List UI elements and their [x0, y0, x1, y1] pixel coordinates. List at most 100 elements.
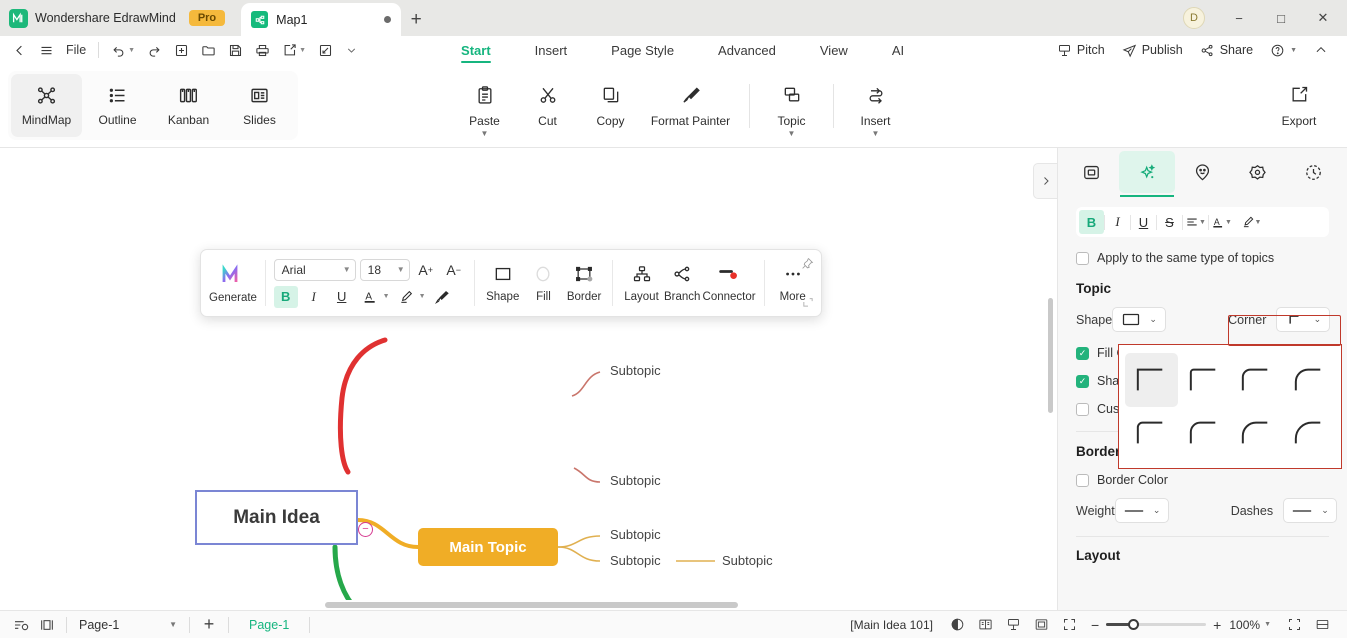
format-painter-button[interactable]: Format Painter [642, 72, 739, 140]
save-icon[interactable] [222, 39, 249, 61]
undo-icon[interactable]: ▼ [105, 39, 141, 61]
panel-align-button[interactable]: ▼ [1183, 210, 1208, 234]
export-button[interactable]: Export [1267, 72, 1331, 140]
minimize-button[interactable]: − [1219, 2, 1259, 34]
corner-option[interactable] [1283, 407, 1336, 461]
highlight-button[interactable] [394, 286, 418, 308]
insert-button[interactable]: Insert ▼ [844, 72, 907, 140]
file-menu[interactable]: File [60, 39, 92, 61]
italic-button[interactable]: I [302, 286, 326, 308]
hamburger-icon[interactable] [33, 39, 60, 61]
panel-highlight-button[interactable]: ▼ [1234, 210, 1268, 234]
collapse-ribbon-button[interactable] [1307, 38, 1335, 62]
export-share-icon[interactable]: ▼ [276, 39, 312, 61]
view-mode-kanban[interactable]: Kanban [153, 74, 224, 137]
zoom-slider-handle[interactable] [1128, 618, 1140, 630]
add-page-button[interactable]: + [196, 614, 222, 636]
topic-button[interactable]: Topic ▼ [760, 72, 823, 140]
zoom-level-label[interactable]: 100% [1229, 618, 1260, 632]
pro-badge[interactable]: Pro [188, 10, 226, 26]
shape-dropdown[interactable]: ⌄ [1112, 307, 1167, 332]
ai-generate-button[interactable]: Generate [209, 263, 257, 304]
notes-icon[interactable] [8, 614, 34, 636]
layout-button[interactable]: Layout [621, 264, 662, 303]
tab-advanced[interactable]: Advanced [696, 36, 798, 64]
node-subtopic[interactable]: Subtopic [610, 473, 661, 488]
custom-checkbox[interactable] [1076, 402, 1089, 416]
avatar[interactable]: D [1183, 7, 1205, 29]
font-color-caret-icon[interactable]: ▼ [383, 293, 390, 300]
back-chevron-icon[interactable] [6, 39, 33, 61]
pin-icon[interactable] [801, 257, 814, 273]
zoom-chevron-icon[interactable]: ▼ [1264, 621, 1271, 628]
dashes-dropdown[interactable]: ⌄ [1283, 498, 1338, 523]
fit-icon[interactable] [1029, 614, 1055, 636]
close-button[interactable]: ✕ [1303, 2, 1343, 34]
new-icon[interactable] [168, 39, 195, 61]
document-tab-map1[interactable]: Map1 [241, 3, 402, 36]
tab-start[interactable]: Start [439, 36, 513, 64]
panel-tab-sticker[interactable] [1230, 151, 1285, 193]
highlight-caret-icon[interactable]: ▼ [419, 293, 426, 300]
corner-option[interactable] [1230, 407, 1283, 461]
paste-caret-icon[interactable]: ▼ [481, 129, 489, 138]
paste-button[interactable]: Paste ▼ [453, 72, 516, 140]
apply-same-type-checkbox[interactable] [1076, 251, 1089, 265]
help-button[interactable]: ▼ [1263, 38, 1304, 62]
panel-underline-button[interactable]: U [1131, 210, 1156, 234]
node-main-idea[interactable]: Main Idea [195, 490, 358, 545]
corner-option[interactable] [1283, 353, 1336, 407]
pitch-icon[interactable] [1001, 614, 1027, 636]
resize-grip-icon[interactable] [803, 297, 813, 309]
panel-bold-button[interactable]: B [1079, 210, 1104, 234]
more-chevron-icon[interactable] [339, 39, 364, 61]
panel-strikethrough-button[interactable]: S [1157, 210, 1182, 234]
panel-collapse-button[interactable] [1033, 163, 1057, 199]
border-color-row[interactable]: Border Color [1076, 473, 1329, 487]
node-subtopic[interactable]: Subtopic [610, 363, 661, 378]
fit-page-icon[interactable] [1281, 614, 1307, 636]
corner-option[interactable] [1125, 353, 1178, 407]
active-page-name[interactable]: Page-1 [235, 618, 303, 632]
weight-dropdown[interactable]: ⌄ [1114, 498, 1169, 523]
font-family-select[interactable]: Arial ▼ [273, 258, 356, 281]
tab-page-style[interactable]: Page Style [589, 36, 696, 64]
new-tab-button[interactable]: + [401, 3, 431, 36]
node-subtopic[interactable]: Subtopic [722, 553, 773, 568]
maximize-button[interactable]: □ [1261, 2, 1301, 34]
tab-view[interactable]: View [798, 36, 870, 64]
share-button[interactable]: Share [1193, 38, 1260, 62]
panel-font-color-button[interactable]: A ▼ [1209, 210, 1234, 234]
panel-toggle-icon[interactable] [34, 614, 60, 636]
panel-tab-history[interactable] [1286, 151, 1341, 193]
clear-format-button[interactable] [430, 286, 454, 308]
font-color-button[interactable]: A [358, 286, 382, 308]
topic-caret-icon[interactable]: ▼ [788, 129, 796, 138]
view-mode-mindmap[interactable]: MindMap [11, 74, 82, 137]
copy-button[interactable]: Copy [579, 72, 642, 140]
corner-option[interactable] [1178, 407, 1231, 461]
print-icon[interactable] [249, 39, 276, 61]
insert-caret-icon[interactable]: ▼ [872, 129, 880, 138]
page-selector[interactable]: Page-1 ▼ [73, 614, 183, 636]
panel-italic-button[interactable]: I [1105, 210, 1130, 234]
fill-color-checkbox[interactable]: ✓ [1076, 346, 1089, 360]
fullscreen-icon[interactable] [1057, 614, 1083, 636]
underline-button[interactable]: U [330, 286, 354, 308]
node-subtopic[interactable]: Subtopic [610, 527, 661, 542]
node-main-topic-orange[interactable]: Main Topic [418, 528, 558, 566]
bold-button[interactable]: B [273, 285, 298, 308]
border-button[interactable]: Border [564, 264, 605, 303]
canvas-horizontal-scroll-thumb[interactable] [325, 602, 738, 608]
panel-tab-page[interactable] [1064, 151, 1119, 193]
corner-option[interactable] [1125, 407, 1178, 461]
panel-tab-style[interactable] [1119, 151, 1175, 193]
shadow-checkbox[interactable]: ✓ [1076, 374, 1089, 388]
edit-icon[interactable] [312, 39, 339, 61]
view-mode-slides[interactable]: Slides [224, 74, 295, 137]
zoom-slider[interactable] [1106, 618, 1207, 630]
connector-button[interactable]: Connector [703, 264, 756, 303]
increase-font-size-button[interactable]: A + [414, 259, 438, 281]
tab-insert[interactable]: Insert [513, 36, 590, 64]
corner-option[interactable] [1178, 353, 1231, 407]
